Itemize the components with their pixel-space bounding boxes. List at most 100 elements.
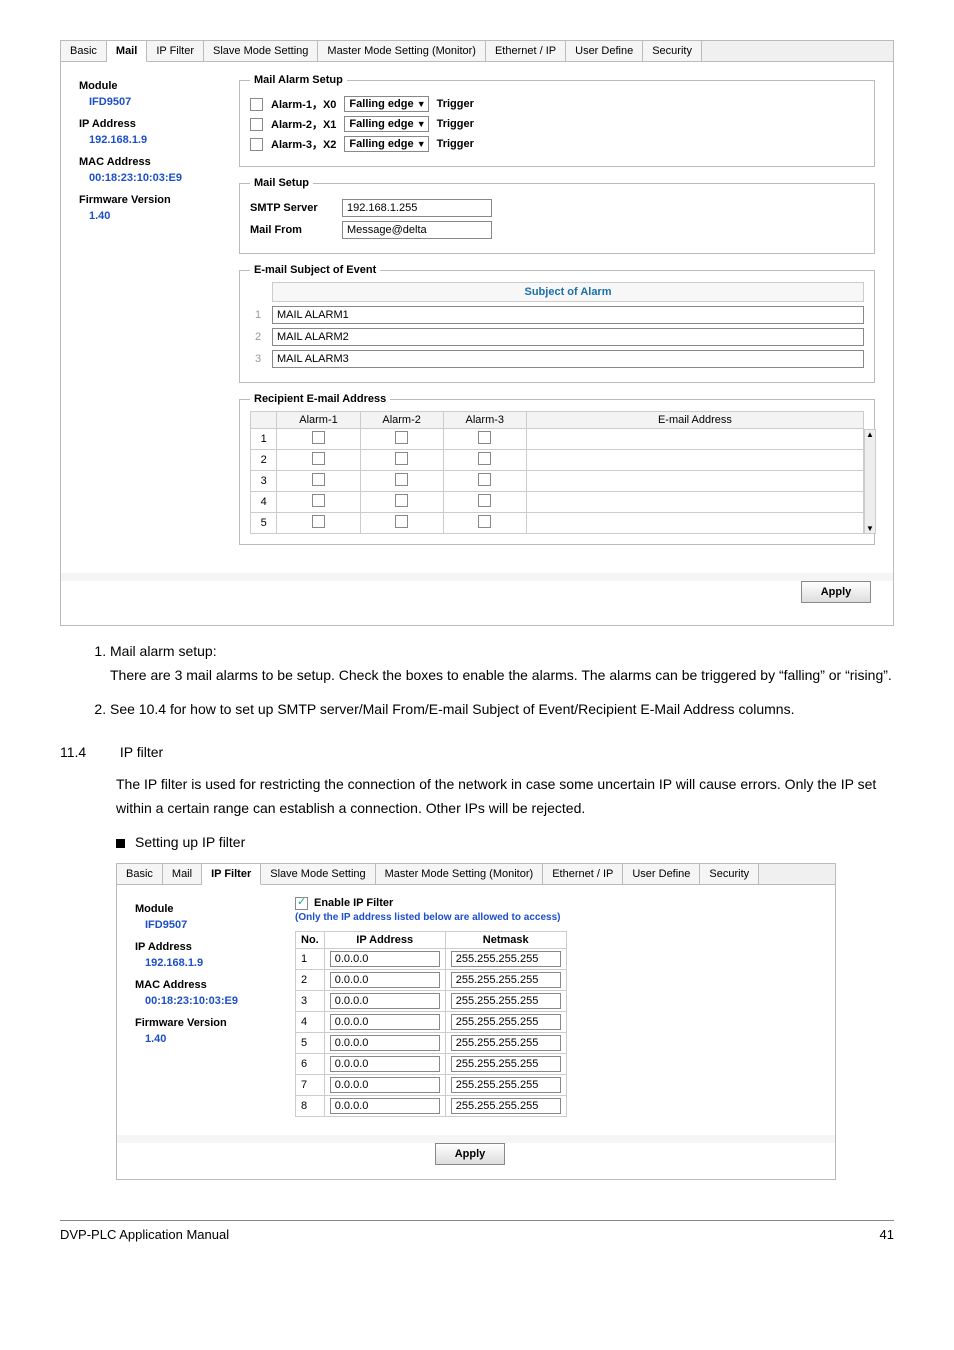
mask1-input[interactable]: 255.255.255.255: [451, 951, 561, 967]
subject-header: Subject of Alarm: [272, 282, 864, 302]
ip4-input[interactable]: 0.0.0.0: [330, 1014, 440, 1030]
ip6-input[interactable]: 0.0.0.0: [330, 1056, 440, 1072]
mask5-input[interactable]: 255.255.255.255: [451, 1035, 561, 1051]
r4-email-input[interactable]: [526, 492, 863, 513]
table-row: 1: [251, 429, 864, 450]
tab-security[interactable]: Security: [643, 41, 702, 61]
r3-a2-checkbox[interactable]: [395, 473, 408, 486]
r4-a3-checkbox[interactable]: [478, 494, 491, 507]
col-alarm1: Alarm-1: [277, 412, 360, 429]
ip5-input[interactable]: 0.0.0.0: [330, 1035, 440, 1051]
tab-bar: Basic Mail IP Filter Slave Mode Setting …: [61, 41, 893, 62]
subject-row-num: 2: [250, 331, 266, 343]
list2-body: See 10.4 for how to set up SMTP server/M…: [110, 701, 794, 717]
table-row: 50.0.0.0255.255.255.255: [296, 1032, 567, 1053]
r4-a2-checkbox[interactable]: [395, 494, 408, 507]
firmware-version-label: Firmware Version: [135, 1017, 295, 1029]
tab-mail[interactable]: Mail: [163, 864, 202, 884]
r2-a2-checkbox[interactable]: [395, 452, 408, 465]
mask4-input[interactable]: 255.255.255.255: [451, 1014, 561, 1030]
r5-email-input[interactable]: [526, 513, 863, 534]
table-row: 2: [251, 450, 864, 471]
r1-a1-checkbox[interactable]: [312, 431, 325, 444]
scrollbar[interactable]: ▲▼: [864, 429, 876, 534]
mac-address-label: MAC Address: [79, 156, 239, 168]
subject2-input[interactable]: MAIL ALARM2: [272, 328, 864, 346]
tab-ip-filter[interactable]: IP Filter: [147, 41, 204, 61]
table-row: 20.0.0.0255.255.255.255: [296, 969, 567, 990]
tab-master-mode[interactable]: Master Mode Setting (Monitor): [376, 864, 544, 884]
mask8-input[interactable]: 255.255.255.255: [451, 1098, 561, 1114]
module-value: IFD9507: [145, 919, 295, 931]
mail-from-input[interactable]: Message@delta: [342, 221, 492, 239]
alarm2-edge-select[interactable]: Falling edge▼: [344, 116, 428, 132]
alarm2-checkbox[interactable]: [250, 118, 263, 131]
scroll-down-icon[interactable]: ▼: [866, 524, 874, 533]
mask2-input[interactable]: 255.255.255.255: [451, 972, 561, 988]
col-netmask: Netmask: [445, 931, 566, 948]
square-bullet-icon: [116, 839, 125, 848]
ip3-input[interactable]: 0.0.0.0: [330, 993, 440, 1009]
scroll-up-icon[interactable]: ▲: [866, 430, 874, 439]
tab-basic[interactable]: Basic: [61, 41, 107, 61]
ip7-input[interactable]: 0.0.0.0: [330, 1077, 440, 1093]
ip2-input[interactable]: 0.0.0.0: [330, 972, 440, 988]
r5-a3-checkbox[interactable]: [478, 515, 491, 528]
list1-title: Mail alarm setup:: [110, 643, 217, 659]
table-row: 10.0.0.0255.255.255.255: [296, 948, 567, 969]
col-email: E-mail Address: [526, 412, 863, 429]
r3-a3-checkbox[interactable]: [478, 473, 491, 486]
r2-a3-checkbox[interactable]: [478, 452, 491, 465]
r1-email-input[interactable]: [526, 429, 863, 450]
tab-slave-mode[interactable]: Slave Mode Setting: [261, 864, 375, 884]
apply-button[interactable]: Apply: [435, 1143, 505, 1165]
tab-mail[interactable]: Mail: [107, 41, 147, 62]
mail-settings-window: Basic Mail IP Filter Slave Mode Setting …: [60, 40, 894, 626]
smtp-server-input[interactable]: 192.168.1.255: [342, 199, 492, 217]
mail-alarm-setup-group: Mail Alarm Setup Alarm-1，X0 Falling edge…: [239, 74, 875, 167]
subject1-input[interactable]: MAIL ALARM1: [272, 306, 864, 324]
page-footer: DVP-PLC Application Manual 41: [60, 1220, 894, 1242]
tab-user-define[interactable]: User Define: [623, 864, 700, 884]
chevron-down-icon: ▼: [417, 99, 426, 109]
mask6-input[interactable]: 255.255.255.255: [451, 1056, 561, 1072]
alarm1-checkbox[interactable]: [250, 98, 263, 111]
alarm1-edge-select[interactable]: Falling edge▼: [344, 96, 428, 112]
tab-ip-filter[interactable]: IP Filter: [202, 864, 261, 885]
table-row: 70.0.0.0255.255.255.255: [296, 1074, 567, 1095]
r4-a1-checkbox[interactable]: [312, 494, 325, 507]
alarm3-edge-select[interactable]: Falling edge▼: [344, 136, 428, 152]
tab-ethernet-ip[interactable]: Ethernet / IP: [486, 41, 566, 61]
subject-row-num: 3: [250, 353, 266, 365]
col-no: No.: [296, 931, 325, 948]
subject-row-num: 1: [250, 309, 266, 321]
r1-a3-checkbox[interactable]: [478, 431, 491, 444]
r1-a2-checkbox[interactable]: [395, 431, 408, 444]
mask3-input[interactable]: 255.255.255.255: [451, 993, 561, 1009]
r5-a1-checkbox[interactable]: [312, 515, 325, 528]
r2-a1-checkbox[interactable]: [312, 452, 325, 465]
sidebar: Module IFD9507 IP Address 192.168.1.9 MA…: [135, 897, 295, 1117]
ip1-input[interactable]: 0.0.0.0: [330, 951, 440, 967]
enable-ip-filter-checkbox[interactable]: [295, 897, 308, 910]
section-heading: 11.4 IP filter: [60, 741, 894, 765]
r3-email-input[interactable]: [526, 471, 863, 492]
alarm3-checkbox[interactable]: [250, 138, 263, 151]
mask7-input[interactable]: 255.255.255.255: [451, 1077, 561, 1093]
email-subject-legend: E-mail Subject of Event: [250, 264, 380, 276]
tab-user-define[interactable]: User Define: [566, 41, 643, 61]
r3-a1-checkbox[interactable]: [312, 473, 325, 486]
mac-address-value: 00:18:23:10:03:E9: [145, 995, 295, 1007]
tab-security[interactable]: Security: [700, 864, 759, 884]
r5-a2-checkbox[interactable]: [395, 515, 408, 528]
bullet-item: Setting up IP filter: [116, 831, 894, 855]
tab-slave-mode[interactable]: Slave Mode Setting: [204, 41, 318, 61]
subject3-input[interactable]: MAIL ALARM3: [272, 350, 864, 368]
tab-basic[interactable]: Basic: [117, 864, 163, 884]
r2-email-input[interactable]: [526, 450, 863, 471]
apply-button[interactable]: Apply: [801, 581, 871, 603]
ip8-input[interactable]: 0.0.0.0: [330, 1098, 440, 1114]
mail-from-label: Mail From: [250, 224, 330, 236]
tab-ethernet-ip[interactable]: Ethernet / IP: [543, 864, 623, 884]
tab-master-mode[interactable]: Master Mode Setting (Monitor): [318, 41, 486, 61]
